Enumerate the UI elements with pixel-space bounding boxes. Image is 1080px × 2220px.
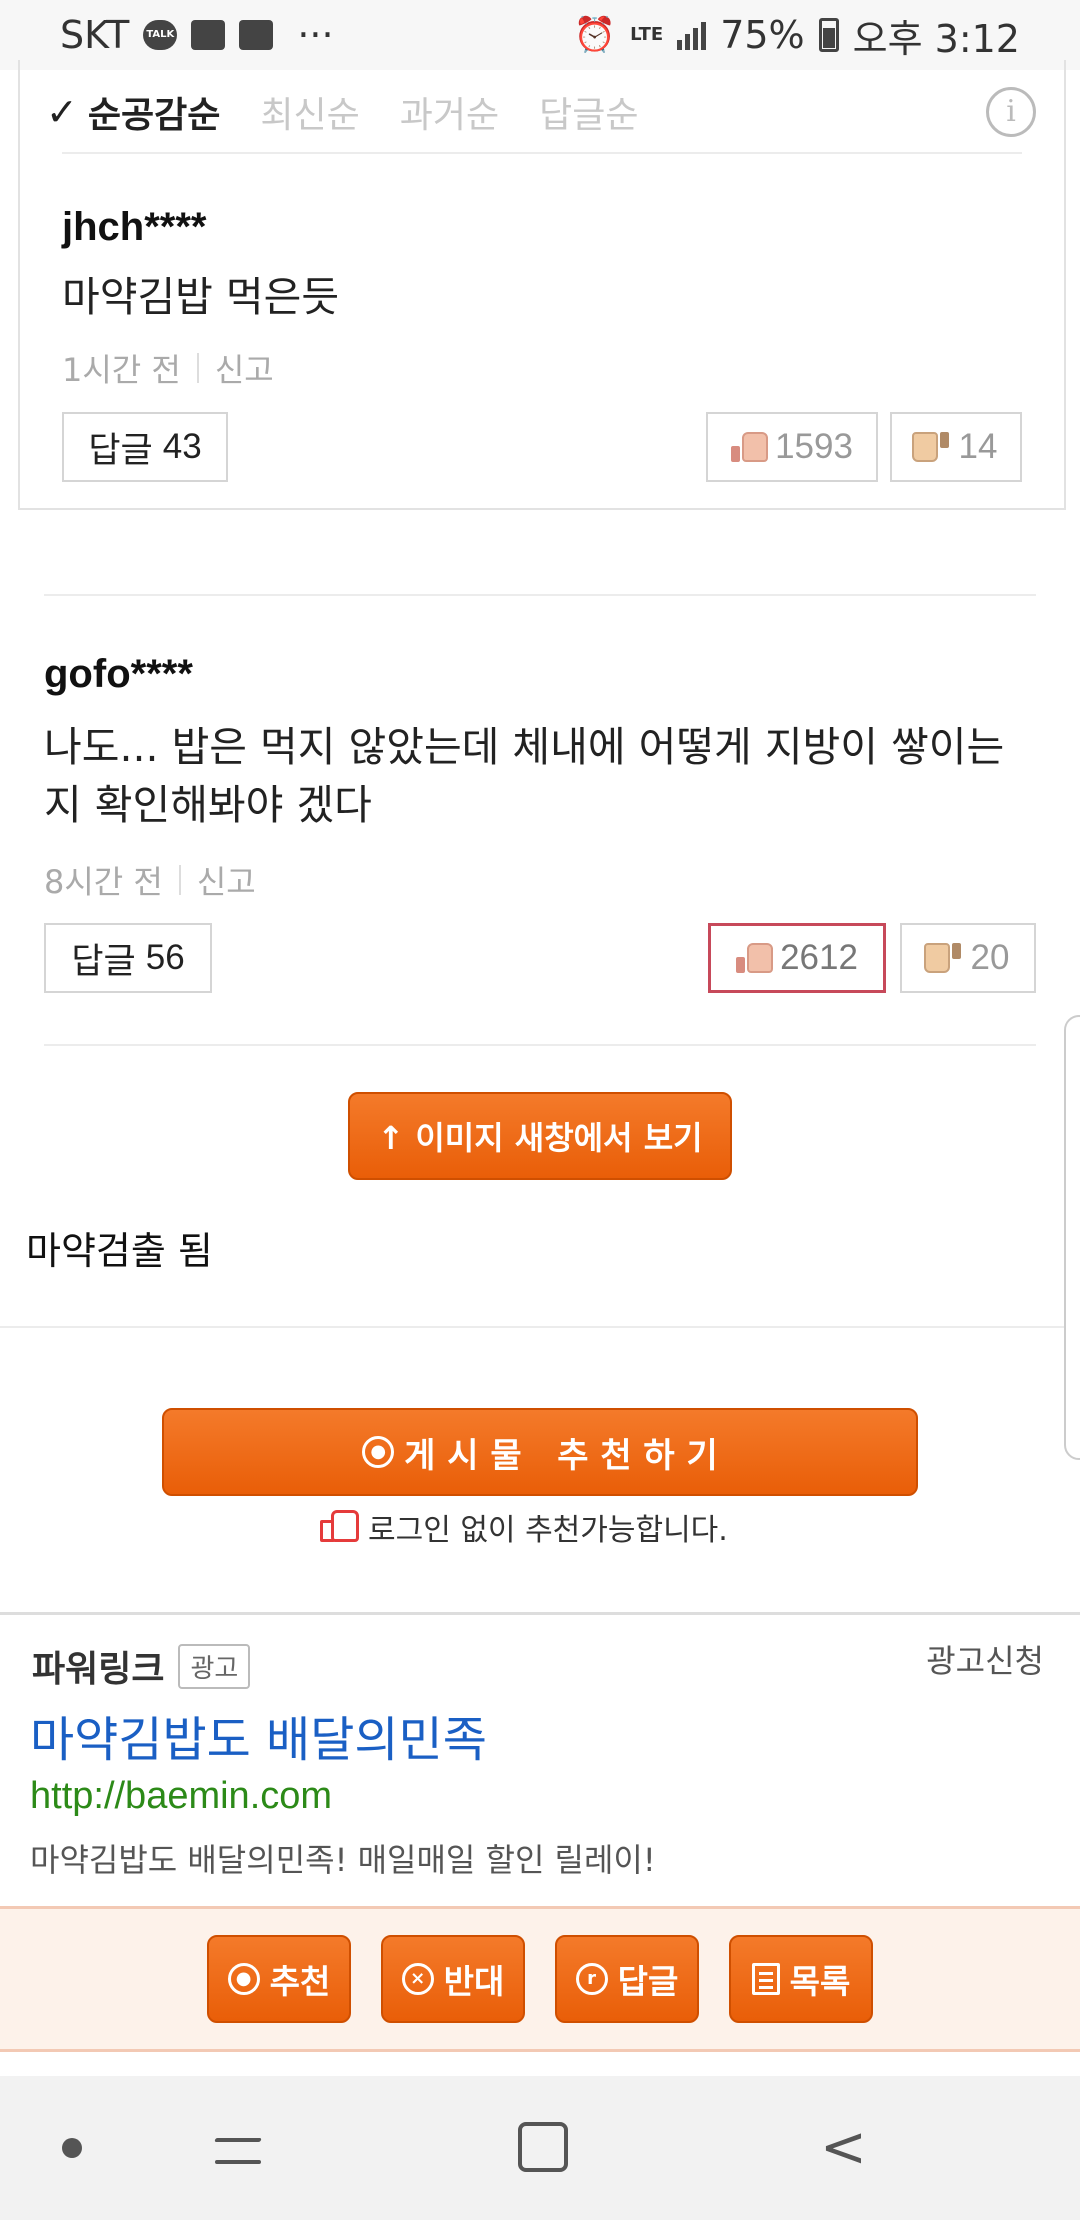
reply-post-label: 답글 xyxy=(617,1962,679,2001)
thumbs-up-icon xyxy=(731,432,769,462)
recommend-hint-text: 로그인 없이 추천가능합니다. xyxy=(368,1513,728,1548)
list-icon xyxy=(751,1963,780,1995)
like-count: 2612 xyxy=(780,938,858,977)
comment-meta: 1시간 전 신고 xyxy=(62,345,274,391)
sort-option-replies[interactable]: 답글순 xyxy=(539,86,638,138)
like-count: 1593 xyxy=(775,427,853,466)
signal-icon xyxy=(677,20,707,50)
battery-percent: 75% xyxy=(720,13,805,57)
downvote-icon: × xyxy=(401,1963,434,1995)
upvote-button[interactable]: ● 추천 xyxy=(207,1935,351,2023)
carrier-label: SKT xyxy=(60,13,130,57)
kakaotalk-icon: TALK xyxy=(143,20,178,50)
lte-icon: LTE xyxy=(630,24,664,45)
ad-title-link[interactable]: 마약김밥도 배달의민족 xyxy=(30,1700,487,1770)
ad-apply-link[interactable]: 광고신청 xyxy=(926,1636,1044,1682)
recent-apps-icon[interactable] xyxy=(215,2124,265,2174)
reply-label: 답글 xyxy=(88,430,153,470)
thumbs-down-icon xyxy=(923,943,961,973)
hide-nav-icon[interactable] xyxy=(62,2138,82,2158)
powerlink-title: 파워링크 xyxy=(32,1649,165,1690)
navigation-bar: < xyxy=(0,2076,1080,2220)
divider xyxy=(0,1612,1080,1615)
divider xyxy=(44,594,1036,596)
more-notifications-icon: ··· xyxy=(297,13,334,57)
post-body-text: 마약검출 됨 xyxy=(26,1229,213,1273)
powerlink-header: 파워링크 광고 xyxy=(32,1640,251,1692)
thumbs-down-icon xyxy=(911,432,949,462)
divider xyxy=(178,865,181,895)
dislike-count: 20 xyxy=(970,938,1010,977)
like-button[interactable]: 2612 xyxy=(708,923,886,993)
list-label: 목록 xyxy=(789,1962,851,2001)
sort-option-latest[interactable]: 최신순 xyxy=(260,86,359,138)
comment-text: 마약김밥 먹은듯 xyxy=(62,273,340,321)
divider xyxy=(0,1326,1080,1328)
downvote-button[interactable]: × 반대 xyxy=(381,1935,525,2023)
reply-button[interactable]: 답글 56 xyxy=(44,923,212,993)
upvote-icon: ● xyxy=(227,1963,260,1995)
report-link[interactable]: 신고 xyxy=(215,345,274,391)
reply-button[interactable]: 답글 43 xyxy=(62,412,228,482)
comment-meta: 8시간 전 신고 xyxy=(44,857,256,903)
recommend-post-button[interactable]: ● 게 시 물 추 천 하 기 xyxy=(162,1408,918,1496)
sort-bar: ✓ 순공감순 최신순 과거순 답글순 i xyxy=(46,70,1036,154)
downvote-label: 반대 xyxy=(443,1962,505,2001)
sort-option-label: 순공감순 xyxy=(87,95,221,136)
alarm-icon: ⏰ xyxy=(573,15,617,55)
reply-post-button[interactable]: r 답글 xyxy=(555,1935,699,2023)
dislike-button[interactable]: 14 xyxy=(890,412,1022,482)
recommend-hint: 로그인 없이 추천가능합니다. xyxy=(320,1505,728,1549)
reply-label: 답글 xyxy=(71,941,136,981)
check-icon: ✓ xyxy=(46,90,78,134)
reply-icon: r xyxy=(575,1963,608,1995)
message-icon xyxy=(239,20,274,50)
dislike-count: 14 xyxy=(958,427,998,466)
sort-option-oldest[interactable]: 과거순 xyxy=(400,86,499,138)
report-link[interactable]: 신고 xyxy=(197,857,256,903)
thumbs-up-icon xyxy=(320,1510,359,1542)
list-button[interactable]: 목록 xyxy=(729,1935,873,2023)
bottom-action-bar xyxy=(0,1906,1080,2052)
view-image-new-window-button[interactable]: ↑ 이미지 새창에서 보기 xyxy=(348,1092,732,1180)
edge-panel-handle[interactable] xyxy=(1064,1015,1080,1460)
reply-count: 43 xyxy=(162,427,202,466)
ad-description: 마약김밥도 배달의민족! 매일매일 할인 릴레이! xyxy=(30,1841,656,1879)
battery-icon xyxy=(818,18,839,52)
comment-time: 8시간 전 xyxy=(44,863,163,901)
home-icon[interactable] xyxy=(518,2122,568,2172)
ad-url-link[interactable]: http://baemin.com xyxy=(30,1775,332,1818)
divider xyxy=(62,152,1022,154)
app-notification-icon xyxy=(191,20,226,50)
divider xyxy=(44,1044,1036,1046)
comment-username: gofo**** xyxy=(44,652,193,696)
dislike-button[interactable]: 20 xyxy=(900,923,1036,993)
like-button[interactable]: 1593 xyxy=(706,412,878,482)
comment-username: jhch**** xyxy=(62,205,207,249)
comment-time: 1시간 전 xyxy=(62,351,181,389)
reply-count: 56 xyxy=(145,938,185,977)
info-icon[interactable]: i xyxy=(986,87,1036,137)
upvote-label: 추천 xyxy=(269,1962,331,2001)
clock: 오후 3:12 xyxy=(852,16,1020,61)
sort-option-active[interactable]: ✓ 순공감순 xyxy=(46,86,220,138)
ad-badge: 광고 xyxy=(178,1643,251,1689)
back-icon[interactable]: < xyxy=(820,2120,867,2176)
recommend-icon: ● xyxy=(362,1436,395,1468)
comment-text: 나도... 밥은 먹지 않았는데 체내에 어떻게 지방이 쌓이는지 확인해봐야 … xyxy=(44,723,1005,829)
recommend-label: 게 시 물 추 천 하 기 xyxy=(404,1435,718,1476)
thumbs-up-icon xyxy=(736,943,774,973)
divider xyxy=(196,353,199,383)
